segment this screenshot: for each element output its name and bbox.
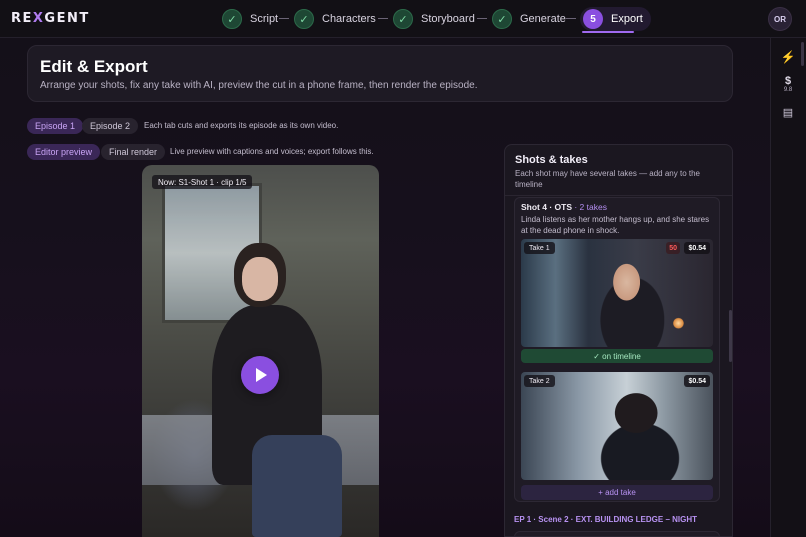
step-separator xyxy=(279,18,289,19)
step-separator xyxy=(378,18,388,19)
page-subtitle: Arrange your shots, fix any take with AI… xyxy=(40,80,478,91)
panel-title: Shots & takes xyxy=(515,154,588,166)
take-price: $0.54 xyxy=(684,375,710,387)
take-marker: 50 xyxy=(666,242,680,254)
tab-episode-1[interactable]: Episode 1 xyxy=(27,118,84,134)
step-storyboard[interactable]: ✓ Storyboard xyxy=(393,7,475,31)
take-thumbnail-2[interactable]: Take 2 $0.54 xyxy=(521,372,713,480)
shot-takes-count: · 2 takes xyxy=(572,202,607,212)
mode-hint: Live preview with captions and voices; e… xyxy=(170,147,374,156)
right-rail: ⚡ $ 9.8 ▤ xyxy=(770,38,806,537)
step-label: Export xyxy=(611,13,643,25)
page-title: Edit & Export xyxy=(40,57,148,76)
step-separator xyxy=(477,18,487,19)
next-shot-card[interactable] xyxy=(514,531,720,536)
preview-image-face xyxy=(242,257,278,301)
credit-balance: 9.8 xyxy=(783,87,793,93)
step-label: Generate xyxy=(520,13,566,25)
shot-card: Shot 4 · OTS · 2 takes Linda listens as … xyxy=(514,197,720,502)
step-script[interactable]: ✓ Script xyxy=(222,7,278,31)
add-take-button[interactable]: + add take xyxy=(521,485,713,500)
shot-description: Linda listens as her mother hangs up, an… xyxy=(521,215,710,235)
preview-image-legs xyxy=(252,435,342,537)
take-price: $0.54 xyxy=(684,242,710,254)
shots-takes-panel: Shots & takes Each shot may have several… xyxy=(504,144,733,537)
episode-hint: Each tab cuts and exports its episode as… xyxy=(144,121,339,130)
tab-editor-preview[interactable]: Editor preview xyxy=(27,144,101,160)
panel-divider xyxy=(505,195,732,196)
step-label: Script xyxy=(250,13,279,25)
phone-preview-frame[interactable] xyxy=(142,165,379,537)
page-header: Edit & Export Arrange your shots, fix an… xyxy=(27,45,733,102)
step-label: Storyboard xyxy=(421,13,475,25)
active-step-underline xyxy=(582,31,634,33)
step-label: Characters xyxy=(322,13,376,25)
shot-title: Shot 4 · OTS · 2 takes xyxy=(521,202,607,212)
check-icon: ✓ xyxy=(222,9,242,29)
take-label: Take 1 xyxy=(524,242,555,254)
play-button[interactable] xyxy=(241,356,279,394)
top-bar: REXGENT ✓ Script ✓ Characters ✓ Storyboa… xyxy=(0,0,806,38)
panel-scrollbar[interactable] xyxy=(729,310,732,362)
step-characters[interactable]: ✓ Characters xyxy=(294,7,376,31)
bolt-icon[interactable]: ⚡ xyxy=(771,50,805,64)
check-icon: ✓ xyxy=(393,9,413,29)
step-export[interactable]: 5 Export xyxy=(580,7,651,31)
workflow-stepper: ✓ Script ✓ Characters ✓ Storyboard ✓ Gen… xyxy=(0,0,806,38)
dollar-icon[interactable]: $ xyxy=(771,75,805,87)
on-timeline-indicator[interactable]: ✓ on timeline xyxy=(521,349,713,363)
now-playing-badge: Now: S1-Shot 1 · clip 1/5 xyxy=(152,175,253,189)
user-avatar[interactable]: OR xyxy=(768,7,792,31)
check-icon: ✓ xyxy=(492,9,512,29)
step-separator xyxy=(566,18,576,19)
tab-final-render[interactable]: Final render xyxy=(101,144,166,160)
page-scrollbar[interactable] xyxy=(801,42,804,66)
play-icon xyxy=(256,368,267,382)
take-thumbnail-1[interactable]: Take 1 50 $0.54 xyxy=(521,239,713,347)
check-icon: ✓ xyxy=(294,9,314,29)
scene-heading: EP 1 · Scene 2 · EXT. BUILDING LEDGE – N… xyxy=(514,515,698,524)
take-label: Take 2 xyxy=(524,375,555,387)
layers-icon[interactable]: ▤ xyxy=(771,106,805,119)
step-generate[interactable]: ✓ Generate xyxy=(492,7,566,31)
step-number: 5 xyxy=(583,9,603,29)
panel-subtitle: Each shot may have several takes — add a… xyxy=(515,169,700,189)
tab-episode-2[interactable]: Episode 2 xyxy=(82,118,139,134)
